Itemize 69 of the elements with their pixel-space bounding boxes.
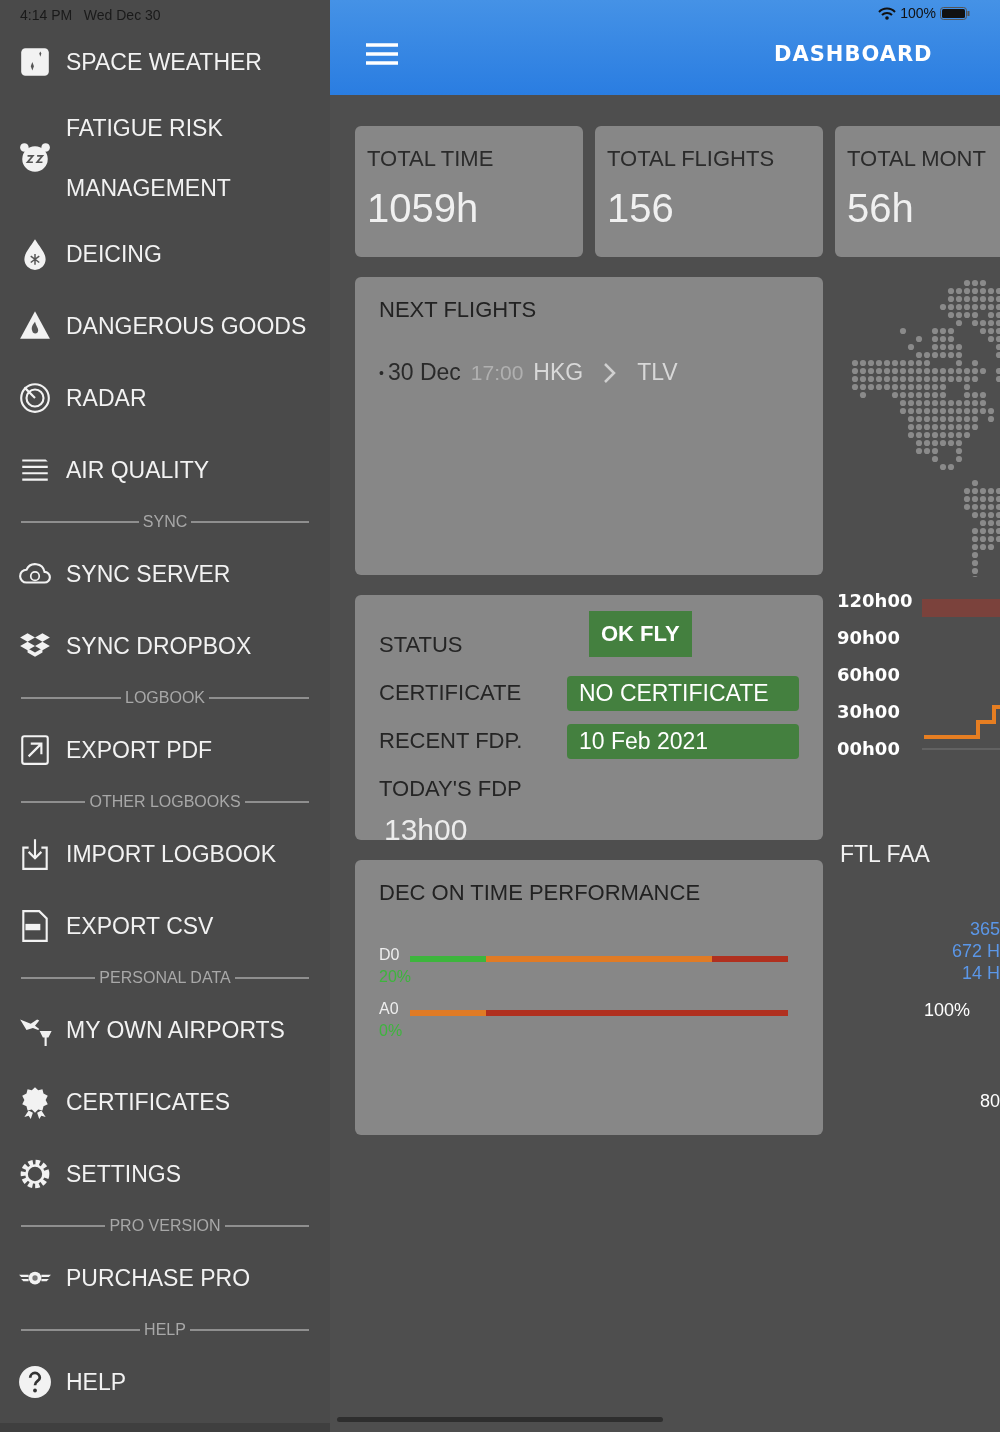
- total-value: 1059h: [367, 186, 480, 231]
- sidebar-item[interactable]: MY OWN AIRPORTS: [0, 994, 330, 1066]
- sparkle-icon: [18, 45, 52, 79]
- limit-value: 365: [969, 918, 1000, 940]
- bullet: •: [379, 364, 384, 381]
- wifi-icon: [878, 6, 897, 20]
- destination-code: TLV: [637, 359, 678, 386]
- battery-percent: 100%: [900, 5, 936, 21]
- section-title: FTL FAA: [840, 841, 931, 868]
- sidebar-item[interactable]: EXPORT CSV: [0, 890, 330, 962]
- total-value: 56h: [847, 186, 915, 231]
- sidebar-item[interactable]: DEICING: [0, 218, 330, 290]
- help-icon: [18, 1365, 52, 1399]
- menu-icon[interactable]: [366, 42, 398, 65]
- axis-label: 120h00: [837, 591, 913, 611]
- status-label: TODAY'S FDP: [379, 776, 523, 802]
- alarm-clock-icon: [18, 141, 52, 175]
- section-header: PRO VERSION: [109, 1217, 221, 1235]
- total-label: TOTAL FLIGHTS: [607, 146, 776, 172]
- sidebar-item[interactable]: EXPORT PDF: [0, 714, 330, 786]
- performance-label: D0: [379, 946, 401, 964]
- battery-icon: [940, 6, 970, 20]
- radar-icon: [18, 381, 52, 415]
- card-title: DEC ON TIME PERFORMANCE: [379, 880, 702, 906]
- performance-label: A0: [379, 1000, 400, 1018]
- sidebar-item[interactable]: SETTINGS: [0, 1138, 330, 1210]
- axis-label: 30h00: [837, 702, 901, 722]
- limit-value: 672 H: [951, 940, 1000, 962]
- status-label: CERTIFICATE: [379, 680, 523, 706]
- status-pill: 10 Feb 2021: [567, 723, 799, 759]
- section-header: SYNC: [142, 513, 188, 531]
- page-title: DASHBOARD: [774, 41, 933, 66]
- gauge-label: 100%: [924, 1000, 971, 1021]
- gauge-label: 80: [979, 1091, 1000, 1112]
- axis-label: 90h00: [837, 628, 901, 648]
- performance-percent: 20%: [379, 968, 413, 986]
- status-pill: NO CERTIFICATE: [567, 675, 799, 711]
- chevron-icon: [603, 361, 618, 384]
- sidebar-item[interactable]: HELP: [0, 1346, 330, 1418]
- origin-code: HKG: [533, 359, 584, 386]
- total-value: 156: [607, 186, 675, 231]
- sidebar-item[interactable]: CERTIFICATES: [0, 1066, 330, 1138]
- section-header: HELP: [144, 1321, 186, 1339]
- sidebar-item[interactable]: FATIGUE RISK MANAGEMENT: [0, 98, 330, 218]
- status-label: RECENT FDP.: [379, 728, 524, 754]
- sidebar-item[interactable]: IMPORT LOGBOOK: [0, 818, 330, 890]
- sidebar-item[interactable]: SYNC DROPBOX: [0, 610, 330, 682]
- flight-date: 30 Dec: [387, 359, 461, 386]
- card-title: NEXT FLIGHTS: [379, 297, 538, 323]
- document-icon: [18, 733, 52, 767]
- status-label: STATUS: [379, 632, 464, 658]
- performance-percent: 0%: [379, 1022, 404, 1040]
- status-tag: OK FLY: [589, 611, 692, 657]
- total-label: TOTAL TIME: [367, 146, 495, 172]
- total-label: TOTAL MONT: [847, 146, 987, 172]
- sidebar-item[interactable]: DANGEROUS GOODS: [0, 290, 330, 362]
- section-header: PERSONAL DATA: [99, 969, 231, 987]
- status-value: 13h00: [384, 813, 468, 846]
- sidebar-item[interactable]: AIR QUALITY: [0, 434, 330, 506]
- sidebar-item[interactable]: SYNC SERVER: [0, 538, 330, 610]
- axis-label: 00h00: [837, 739, 901, 759]
- sidebar-item[interactable]: SPACE WEATHER: [0, 26, 330, 98]
- limit-value: 14 H: [961, 962, 1000, 984]
- settings-icon: [18, 1157, 52, 1191]
- sidebar-item[interactable]: PURCHASE PRO: [0, 1242, 330, 1314]
- sidebar-item[interactable]: RADAR: [0, 362, 330, 434]
- section-header: OTHER LOGBOOKS: [89, 793, 241, 811]
- section-header: LOGBOOK: [125, 689, 205, 707]
- axis-label: 60h00: [837, 665, 901, 685]
